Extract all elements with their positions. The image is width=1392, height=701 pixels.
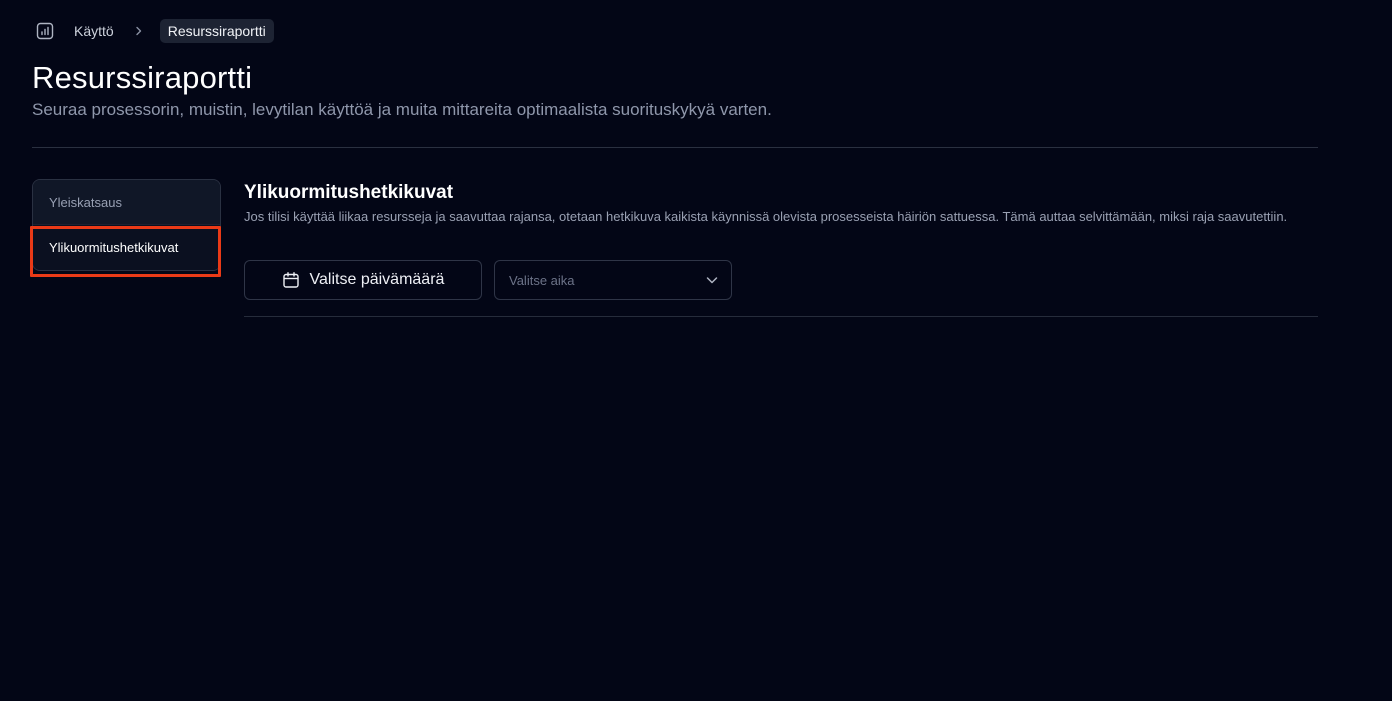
breadcrumb: Käyttö Resurssiraportti [36,18,274,44]
content-divider [244,316,1318,317]
select-date-label: Valitse päivämäärä [309,271,445,288]
header-divider [32,147,1318,148]
sidebar-item-overload-snapshots[interactable]: Ylikuormitushetkikuvat [33,225,220,270]
breadcrumb-current: Resurssiraportti [159,19,274,43]
chevron-down-icon [705,273,719,287]
sidebar-item-label: Ylikuormitushetkikuvat [49,240,179,255]
calendar-icon [282,271,300,289]
select-time-dropdown[interactable]: Valitse aika [494,260,732,300]
breadcrumb-parent-link[interactable]: Käyttö [74,23,114,39]
section-title: Ylikuormitushetkikuvat [244,182,454,203]
resource-report-page: Käyttö Resurssiraportti Resurssiraportti… [0,0,1392,701]
chevron-right-icon [134,26,144,36]
sidebar-item-overview[interactable]: Yleiskatsaus [33,180,220,225]
report-sidebar: Yleiskatsaus Ylikuormitushetkikuvat [32,179,221,271]
bar-chart-icon[interactable] [36,22,54,40]
page-title: Resurssiraportti [32,60,253,95]
sidebar-item-label: Yleiskatsaus [49,194,122,210]
page-subtitle: Seuraa prosessorin, muistin, levytilan k… [32,100,772,119]
section-description: Jos tilisi käyttää liikaa resursseja ja … [244,209,1288,224]
select-time-placeholder: Valitse aika [509,272,575,288]
select-date-button[interactable]: Valitse päivämäärä [244,260,482,300]
